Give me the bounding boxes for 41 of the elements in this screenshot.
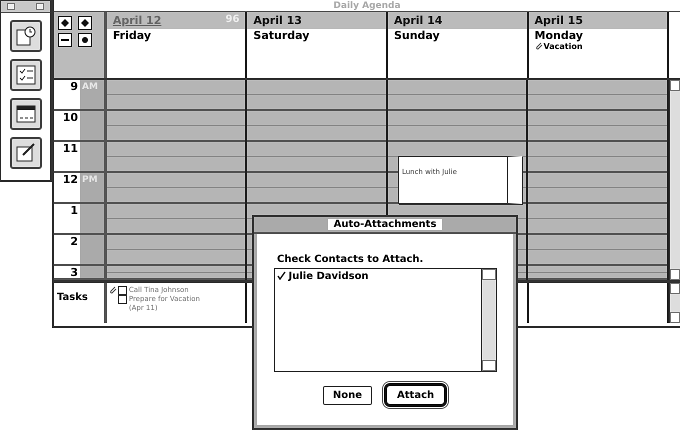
clock-page-icon[interactable] <box>10 20 42 52</box>
day-header[interactable]: April 15 Monday Vacation <box>528 12 670 78</box>
weekday: Friday <box>112 29 152 42</box>
hour-label: 1 <box>54 204 80 233</box>
hour-label: 3 <box>54 266 80 278</box>
previous-icon[interactable] <box>58 16 72 30</box>
calendar-icon[interactable] <box>10 98 42 130</box>
none-button[interactable]: None <box>322 386 372 404</box>
day-date[interactable]: April 13 <box>253 14 302 29</box>
contact-item[interactable]: Julie Davidson <box>276 271 478 282</box>
attach-button[interactable]: Attach <box>384 383 448 407</box>
tasks-label: Tasks <box>57 292 88 303</box>
hour-label: 11 <box>54 142 80 171</box>
day-header[interactable]: April 13 Saturday <box>247 12 388 78</box>
scroll-bar[interactable] <box>669 80 680 280</box>
day-date[interactable]: April 15 <box>534 14 583 29</box>
palette-title-bar <box>1 1 50 13</box>
day-date[interactable]: April 14 <box>394 14 442 29</box>
scroll-bar[interactable] <box>669 283 680 323</box>
task-checkbox[interactable] <box>118 295 127 304</box>
weekday: Monday <box>534 29 584 42</box>
hour-label: 10 <box>54 111 80 140</box>
day-header[interactable]: April 14 Sunday <box>388 12 528 78</box>
next-icon[interactable] <box>78 16 92 30</box>
dialog-prompt: Check Contacts to Attach. <box>277 254 424 265</box>
minus-icon[interactable] <box>58 33 72 47</box>
list-scroll-bar[interactable] <box>480 269 496 371</box>
checklist-icon[interactable] <box>10 59 42 91</box>
task-checkbox[interactable] <box>118 286 127 295</box>
weekday: Sunday <box>392 29 441 42</box>
hour-label: 12 <box>54 173 80 202</box>
day-note: Vacation <box>544 42 583 51</box>
period-label: PM <box>81 174 98 187</box>
paperclip-icon <box>534 42 542 51</box>
hour-label: 9 <box>54 80 80 109</box>
dialog-title: Auto-Attachments <box>328 219 442 230</box>
weekday: Saturday <box>252 29 310 42</box>
period-label: AM <box>81 81 98 94</box>
paperclip-icon <box>108 286 117 295</box>
note-pencil-icon[interactable] <box>10 137 42 169</box>
hour-label: 2 <box>54 235 80 264</box>
